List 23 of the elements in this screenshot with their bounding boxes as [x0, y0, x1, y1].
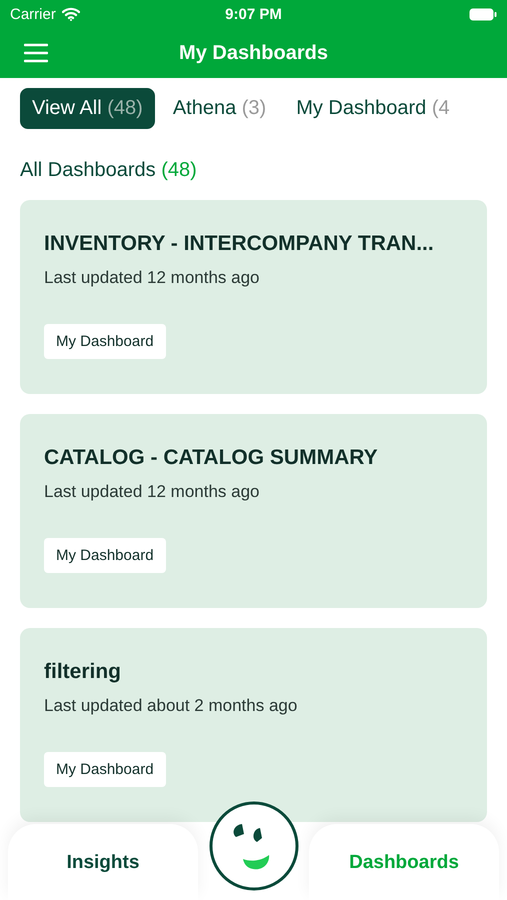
carrier-label: Carrier [10, 6, 56, 22]
dashboard-tag: My Dashboard [44, 752, 166, 787]
section-title: All Dashboards (48) [19, 158, 198, 183]
dashboard-title: CATALOG - CATALOG SUMMARY [44, 446, 379, 470]
last-updated-text: Last updated 12 months ago [44, 482, 260, 502]
wifi-icon [62, 7, 80, 21]
dashboard-title: filtering [44, 660, 122, 684]
last-updated-text: Last updated 12 months ago [44, 268, 260, 288]
status-time: 9:07 PM [225, 6, 282, 22]
dashboard-tag: My Dashboard [44, 538, 166, 573]
dashboard-title: INVENTORY - INTERCOMPANY TRAN... [44, 232, 435, 256]
dashboard-card[interactable]: INVENTORY - INTERCOMPANY TRAN... Last updated 12 months ago My Dashboard [20, 200, 487, 394]
battery-icon [468, 8, 497, 20]
page-title: My Dashboards [179, 42, 328, 64]
filter-tab[interactable]: View All (48) [20, 88, 155, 129]
last-updated-text: Last updated about 2 months ago [44, 696, 298, 716]
dashboard-tag: My Dashboard [44, 324, 166, 359]
nav-tab[interactable]: Insights [8, 824, 198, 900]
smiley-logo-icon[interactable] [208, 800, 300, 892]
filter-tab[interactable]: My Dashboard (4 [284, 88, 462, 129]
filter-tab[interactable]: Athena (3) [160, 88, 278, 129]
dashboard-card[interactable]: CATALOG - CATALOG SUMMARY Last updated 12 months ago My Dashboard [20, 414, 487, 608]
dashboard-card[interactable]: filtering Last updated about 2 months ago My Dashboard [20, 628, 487, 822]
